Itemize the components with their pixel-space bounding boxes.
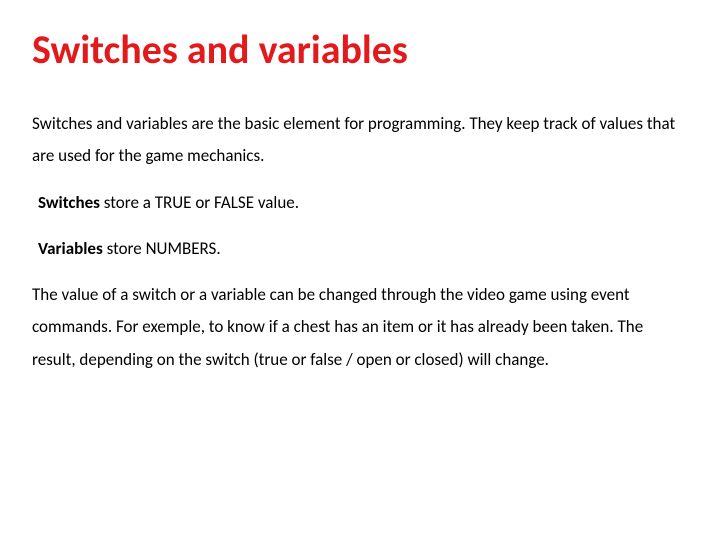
variables-rest: store NUMBERS.: [103, 238, 221, 259]
variables-label: Variables: [38, 238, 103, 259]
intro-paragraph: Switches and variables are the basic ele…: [32, 108, 688, 173]
slide-body: Switches and variables are the basic ele…: [32, 108, 688, 376]
switches-paragraph: Switches store a TRUE or FALSE value.: [38, 187, 688, 219]
detail-paragraph: The value of a switch or a variable can …: [32, 279, 688, 376]
variables-paragraph: Variables store NUMBERS.: [38, 233, 688, 265]
switches-label: Switches: [38, 192, 100, 213]
slide-title: Switches and variables: [32, 28, 688, 72]
slide: Switches and variables Switches and vari…: [0, 0, 720, 540]
switches-rest: store a TRUE or FALSE value.: [100, 192, 299, 213]
